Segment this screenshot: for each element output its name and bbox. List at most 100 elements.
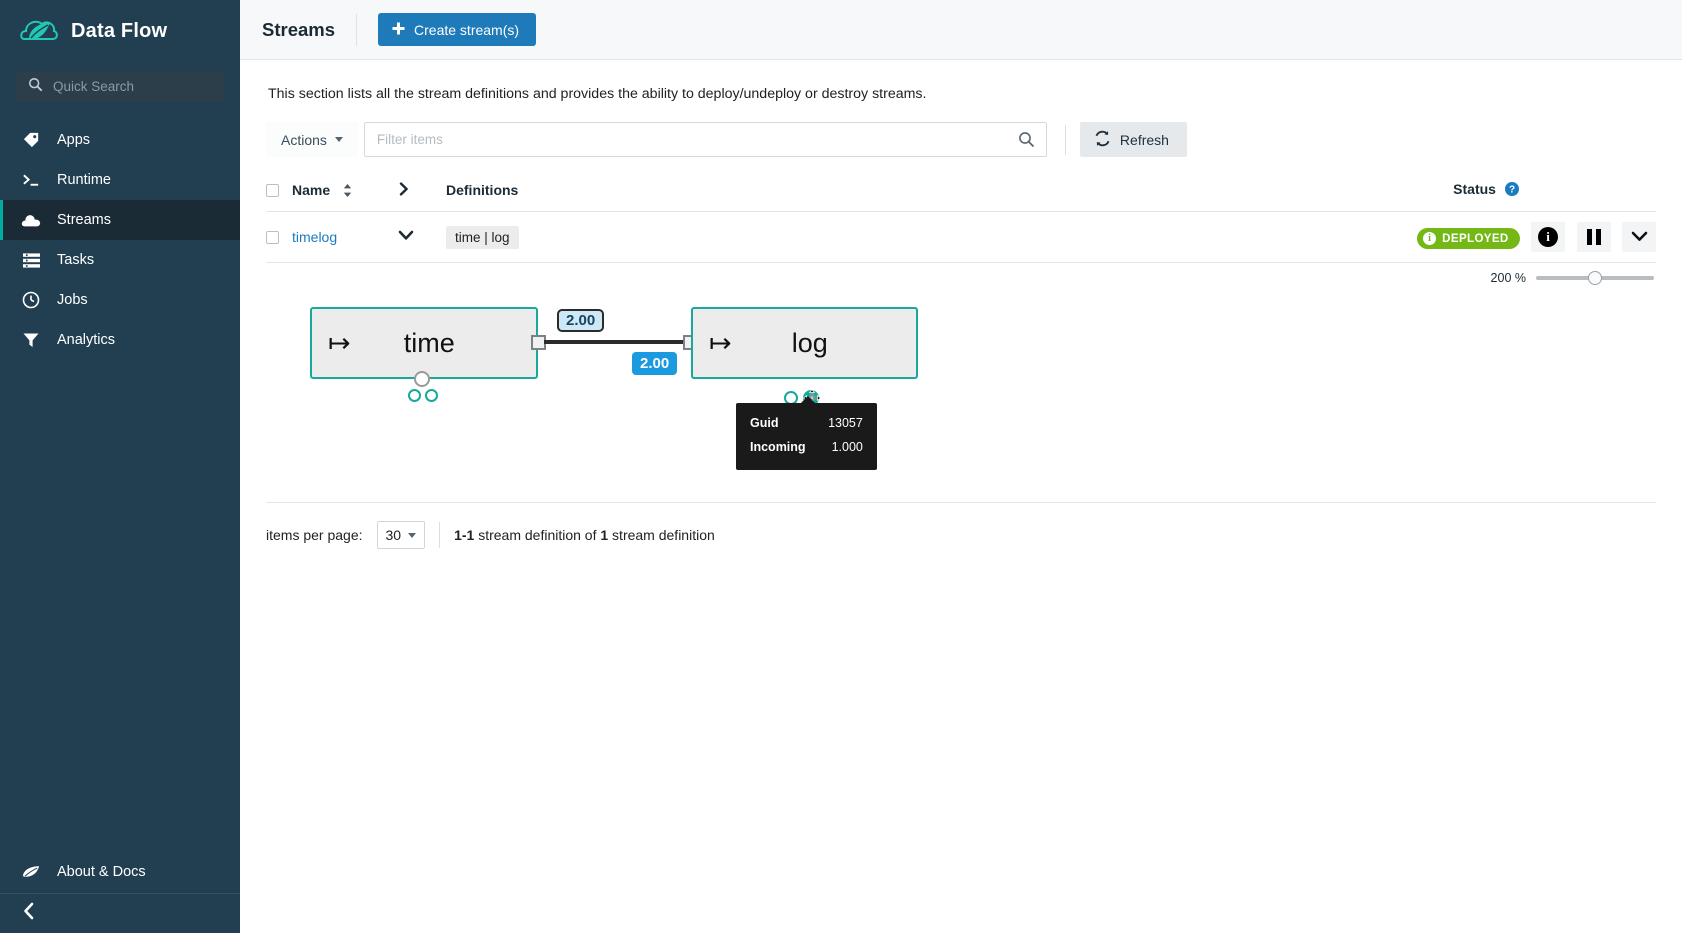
actions-label: Actions <box>281 131 327 148</box>
brand[interactable]: Data Flow <box>0 0 240 63</box>
table-header-row: Name Definitions Status ? <box>266 175 1656 212</box>
sidebar-item-jobs[interactable]: Jobs <box>0 280 240 320</box>
th-definitions-label: Definitions <box>446 182 519 198</box>
search-icon[interactable] <box>1008 131 1046 148</box>
tooltip-row: Incoming 1.000 <box>750 436 863 460</box>
page-topbar: Streams Create stream(s) <box>240 0 1682 60</box>
node-option-handle-b[interactable] <box>425 389 438 402</box>
items-per-page-select[interactable]: 30 <box>376 521 426 549</box>
tag-icon <box>21 131 41 150</box>
leaf-icon <box>21 865 41 879</box>
tooltip-row: Guid 13057 <box>750 412 863 436</box>
th-name-label: Name <box>292 182 331 198</box>
th-name: Name <box>266 175 398 212</box>
pagination-mid-text: stream definition of <box>474 527 601 543</box>
zoom-slider-thumb[interactable] <box>1588 271 1602 285</box>
sidebar-bottom: About & Docs <box>0 851 240 933</box>
items-per-page-value: 30 <box>385 527 402 543</box>
flow-node-time[interactable]: ↦ time <box>310 307 538 379</box>
flow-link[interactable] <box>544 340 688 344</box>
sidebar: Data Flow Quick Search Apps Runtime Stre… <box>0 0 240 933</box>
server-stack-icon <box>21 252 41 269</box>
table-row[interactable]: timelog time | log i DEPLOYED i <box>266 211 1656 263</box>
search-icon <box>28 77 43 97</box>
actions-dropdown[interactable]: Actions <box>266 122 358 157</box>
items-per-page-label: items per page: <box>266 527 363 543</box>
plus-icon <box>392 21 405 38</box>
sidebar-item-tasks[interactable]: Tasks <box>0 240 240 280</box>
pagination-end-text: stream definition <box>608 527 715 543</box>
page-content: This section lists all the stream defini… <box>240 60 1682 549</box>
flow-node-label: log <box>791 327 828 358</box>
help-circle-icon[interactable]: ? <box>1504 182 1519 199</box>
main-area: Streams Create stream(s) This section li… <box>240 0 1682 933</box>
th-status: Status ? <box>1316 175 1656 212</box>
th-status-label: Status <box>1453 181 1496 197</box>
stream-flow-canvas[interactable]: ↦ time 2.00 2.00 ↦ log Guid 13057 Incomi… <box>266 285 1656 490</box>
quick-search-wrap <box>0 63 240 102</box>
sidebar-collapse-button[interactable] <box>0 893 240 933</box>
stream-name-link[interactable]: timelog <box>292 229 337 245</box>
tooltip-value: 13057 <box>828 416 863 430</box>
caret-down-icon <box>408 532 417 538</box>
pagination-total: 1 <box>600 527 609 543</box>
page-description: This section lists all the stream defini… <box>268 86 927 102</box>
refresh-label: Refresh <box>1119 131 1169 148</box>
terminal-icon <box>21 172 41 188</box>
zoom-slider[interactable] <box>1536 271 1654 285</box>
sidebar-item-label: Streams <box>57 212 111 228</box>
node-option-handle-a[interactable] <box>408 389 421 402</box>
search-input[interactable] <box>53 79 212 94</box>
funnel-icon <box>21 331 41 349</box>
create-stream-label: Create stream(s) <box>414 21 520 38</box>
tooltip-value: 1.000 <box>831 439 863 454</box>
flow-node-tooltip: Guid 13057 Incoming 1.000 <box>736 396 877 470</box>
flow-arrow-icon: ↦ <box>709 327 732 358</box>
filter-input[interactable] <box>364 123 1008 156</box>
sort-arrows-icon[interactable] <box>343 183 352 197</box>
cell-status-actions: i DEPLOYED i <box>1316 211 1656 263</box>
quick-search-box[interactable] <box>16 71 224 102</box>
row-info-button[interactable]: i <box>1531 222 1566 252</box>
flow-node-label: time <box>403 327 455 358</box>
streams-table: Name Definitions Status ? timelog time |… <box>266 175 1656 263</box>
divider <box>1064 124 1066 155</box>
app-root: Data Flow Quick Search Apps Runtime Stre… <box>0 0 1682 933</box>
node-handle-time[interactable] <box>414 371 430 387</box>
info-icon: i <box>1423 232 1437 246</box>
chevron-right-icon[interactable] <box>398 181 410 199</box>
cell-expand <box>398 211 446 263</box>
tooltip-key: Incoming <box>750 439 806 454</box>
link-incoming-rate-label: 2.00 <box>632 352 678 375</box>
zoom-control: 200 % <box>266 263 1656 285</box>
th-expand <box>398 175 446 212</box>
svg-text:?: ? <box>1509 185 1515 196</box>
create-stream-button[interactable]: Create stream(s) <box>378 13 537 46</box>
sidebar-item-analytics[interactable]: Analytics <box>0 320 240 360</box>
sidebar-nav: Apps Runtime Streams Tasks Jobs Analytic… <box>0 120 240 360</box>
chevron-down-icon[interactable] <box>398 228 414 245</box>
flow-node-log[interactable]: ↦ log <box>691 307 918 379</box>
table-body: timelog time | log i DEPLOYED i <box>266 211 1656 263</box>
table-head: Name Definitions Status ? <box>266 175 1656 212</box>
definition-pill: time | log <box>446 225 519 249</box>
status-badge-label: DEPLOYED <box>1442 232 1509 245</box>
divider <box>439 522 441 548</box>
tooltip-key: Guid <box>750 416 779 430</box>
row-checkbox[interactable] <box>266 230 279 244</box>
cell-definition: time | log <box>446 211 1316 263</box>
sidebar-item-streams[interactable]: Streams <box>0 200 240 240</box>
clock-icon <box>21 291 41 309</box>
row-pause-button[interactable] <box>1576 222 1611 252</box>
sidebar-item-about-docs[interactable]: About & Docs <box>0 851 240 893</box>
sidebar-item-label: Apps <box>57 132 91 148</box>
refresh-button[interactable]: Refresh <box>1079 122 1187 157</box>
row-more-menu-button[interactable] <box>1622 222 1656 252</box>
pause-icon <box>1586 229 1601 245</box>
sidebar-item-apps[interactable]: Apps <box>0 120 240 160</box>
th-definitions: Definitions <box>446 175 1316 212</box>
spring-leaf-cloud-icon <box>20 17 58 47</box>
select-all-checkbox[interactable] <box>266 183 279 197</box>
filter-items-box[interactable] <box>363 122 1047 157</box>
sidebar-item-runtime[interactable]: Runtime <box>0 160 240 200</box>
